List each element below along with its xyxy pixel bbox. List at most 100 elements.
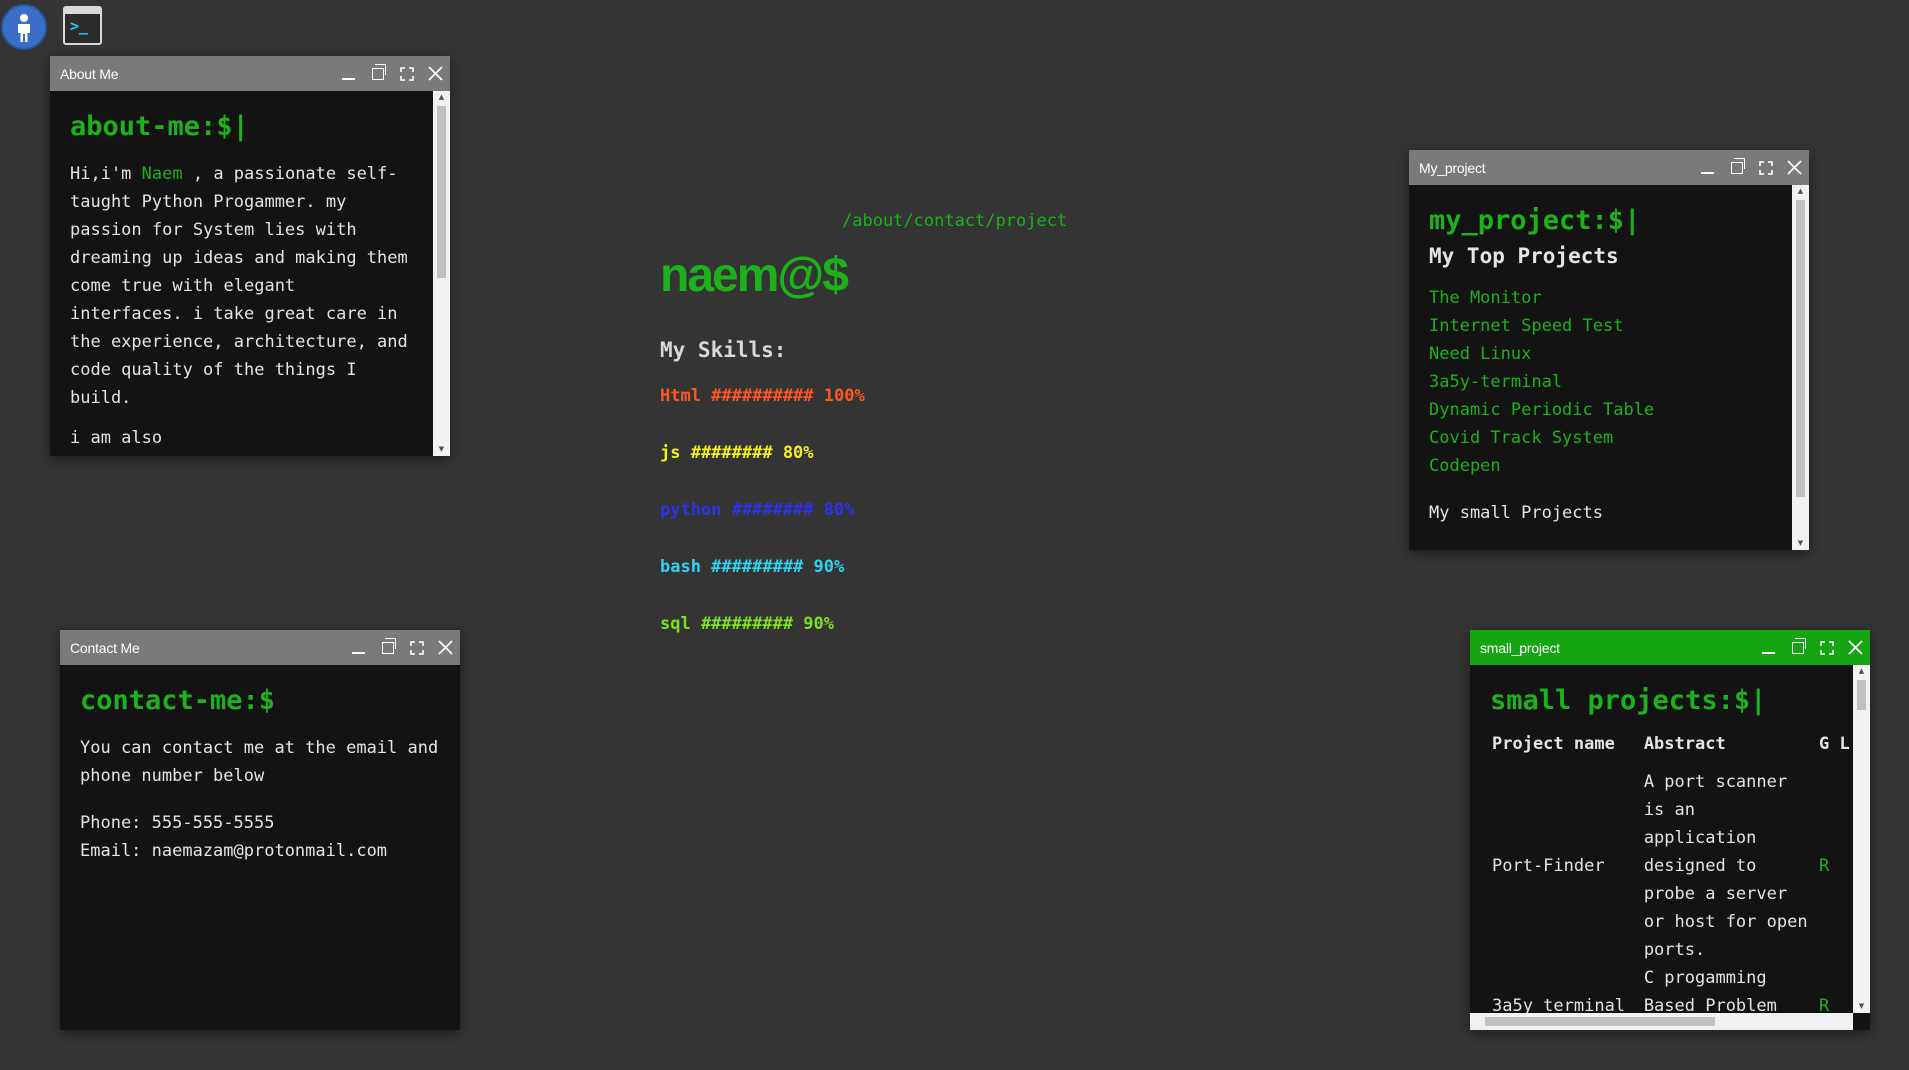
about-prompt: about-me:$| xyxy=(70,111,249,142)
terminal-icon: >_ xyxy=(70,17,89,35)
window-title: small_project xyxy=(1480,639,1560,656)
project-scrollbar[interactable]: ▲ ▼ xyxy=(1792,185,1809,550)
small-projects-table: Project name Abstract G L Port-Finder A … xyxy=(1490,734,1853,1013)
small-project-hscroll[interactable] xyxy=(1470,1013,1853,1030)
small-project-titlebar[interactable]: small_project xyxy=(1470,630,1870,665)
col-abstract: Abstract xyxy=(1643,734,1726,754)
window-title: Contact Me xyxy=(70,639,140,656)
skills-heading: My Skills: xyxy=(660,338,787,362)
skill-sql: sql ######### 90% xyxy=(660,614,834,634)
row-name: 3a5y terminal xyxy=(1492,996,1626,1013)
user-icon xyxy=(18,14,30,42)
brand-title: naem@$ xyxy=(660,249,849,302)
project-link-speed-test[interactable]: Internet Speed Test xyxy=(1429,312,1772,340)
project-link-3a5y-terminal[interactable]: 3a5y-terminal xyxy=(1429,368,1772,396)
scroll-up-icon[interactable]: ▲ xyxy=(433,91,450,104)
minimize-button[interactable] xyxy=(344,630,373,665)
scroll-thumb[interactable] xyxy=(1857,680,1866,710)
close-button[interactable] xyxy=(1841,630,1870,665)
close-icon xyxy=(428,66,443,81)
small-project-vscroll[interactable]: ▲ ▼ xyxy=(1853,665,1870,1013)
skill-js: js ######## 80% xyxy=(660,443,814,463)
contact-me-content: contact-me:$ You can contact me at the e… xyxy=(60,665,460,1030)
about-me-titlebar[interactable]: About Me xyxy=(50,56,450,91)
minimize-icon xyxy=(342,77,355,80)
skill-html: Html ########## 100% xyxy=(660,386,865,406)
maximize-icon xyxy=(1819,640,1834,655)
small-projects-heading: My small Projects xyxy=(1429,503,1603,523)
about-intro: Hi,i'm Naem , a passionate self-taught P… xyxy=(70,160,413,412)
about-me-content: about-me:$| Hi,i'm Naem , a passionate s… xyxy=(50,91,433,456)
my-project-titlebar[interactable]: My_project xyxy=(1409,150,1809,185)
close-button[interactable] xyxy=(1780,150,1809,185)
project-link-codepen[interactable]: Codepen xyxy=(1429,452,1772,480)
scroll-thumb[interactable] xyxy=(437,106,446,278)
contact-text: You can contact me at the email and phon… xyxy=(80,738,439,786)
my-project-window[interactable]: My_project my_project:$| My Top Projects… xyxy=(1409,150,1809,550)
scroll-up-icon[interactable]: ▲ xyxy=(1853,665,1870,678)
close-icon xyxy=(1787,160,1802,175)
row-abstract: C progamming Based Problem Solving Termi… xyxy=(1643,968,1777,1013)
minimize-icon xyxy=(1701,171,1714,174)
about-intro-pre: Hi,i'm xyxy=(70,164,142,184)
maximize-icon xyxy=(399,66,414,81)
window-title: My_project xyxy=(1419,159,1486,176)
small-project-content: small projects:$| Project name Abstract … xyxy=(1470,665,1853,1013)
row-abstract: A port scanner is an application designe… xyxy=(1643,772,1808,960)
about-me-window[interactable]: About Me about-me:$| Hi,i'm Naem , a pas… xyxy=(50,56,450,456)
scroll-down-icon[interactable]: ▼ xyxy=(1792,537,1809,550)
project-link-covid-track[interactable]: Covid Track System xyxy=(1429,424,1772,452)
window-title: About Me xyxy=(60,65,119,82)
skill-python: python ######## 80% xyxy=(660,500,855,520)
col-link: G L xyxy=(1818,734,1850,754)
contact-email[interactable]: Email: naemazam@protonmail.com xyxy=(80,837,440,865)
close-icon xyxy=(1848,640,1863,655)
hscroll-thumb[interactable] xyxy=(1485,1017,1715,1026)
minimize-button[interactable] xyxy=(1693,150,1722,185)
maximize-button[interactable] xyxy=(1812,630,1841,665)
contact-me-titlebar[interactable]: Contact Me xyxy=(60,630,460,665)
restore-icon xyxy=(1730,157,1745,174)
restore-button[interactable] xyxy=(1783,630,1812,665)
maximize-button[interactable] xyxy=(402,630,431,665)
user-dock-icon[interactable] xyxy=(1,4,47,50)
contact-me-window[interactable]: Contact Me contact-me:$ You can contact … xyxy=(60,630,460,1030)
row-name: Port-Finder xyxy=(1492,856,1605,876)
close-button[interactable] xyxy=(421,56,450,91)
table-row: Port-Finder A port scanner is an applica… xyxy=(1490,768,1853,964)
row-link[interactable]: R xyxy=(1817,768,1853,964)
maximize-button[interactable] xyxy=(392,56,421,91)
restore-icon xyxy=(381,637,396,654)
small-prompt: small projects:$| xyxy=(1490,685,1767,716)
my-project-content: my_project:$| My Top Projects The Monito… xyxy=(1409,185,1792,550)
project-link-periodic-table[interactable]: Dynamic Periodic Table xyxy=(1429,396,1772,424)
project-link-need-linux[interactable]: Need Linux xyxy=(1429,340,1772,368)
skill-bash: bash ######### 90% xyxy=(660,557,845,577)
minimize-button[interactable] xyxy=(1754,630,1783,665)
project-prompt: my_project:$| xyxy=(1429,205,1641,236)
maximize-button[interactable] xyxy=(1751,150,1780,185)
nav-path[interactable]: /about/contact/project xyxy=(842,211,1067,231)
scroll-up-icon[interactable]: ▲ xyxy=(1792,185,1809,198)
minimize-button[interactable] xyxy=(334,56,363,91)
contact-prompt: contact-me:$ xyxy=(80,685,276,716)
maximize-icon xyxy=(409,640,424,655)
about-name: Naem xyxy=(141,164,183,184)
restore-button[interactable] xyxy=(1722,150,1751,185)
scroll-down-icon[interactable]: ▼ xyxy=(1853,1000,1870,1013)
scroll-thumb[interactable] xyxy=(1796,200,1805,497)
about-more: i am also xyxy=(70,428,163,448)
contact-phone: Phone: 555-555-5555 xyxy=(80,813,275,833)
restore-button[interactable] xyxy=(363,56,392,91)
top-projects-heading: My Top Projects xyxy=(1429,244,1619,268)
restore-button[interactable] xyxy=(373,630,402,665)
maximize-icon xyxy=(1758,160,1773,175)
close-button[interactable] xyxy=(431,630,460,665)
terminal-dock-icon[interactable]: >_ xyxy=(63,6,102,45)
project-link-monitor[interactable]: The Monitor xyxy=(1429,284,1772,312)
scroll-down-icon[interactable]: ▼ xyxy=(433,443,450,456)
about-scrollbar[interactable]: ▲ ▼ xyxy=(433,91,450,456)
small-project-window[interactable]: small_project small projects:$| Project … xyxy=(1470,630,1870,1030)
col-project-name: Project name xyxy=(1492,734,1615,754)
row-link[interactable]: R xyxy=(1817,964,1853,1013)
